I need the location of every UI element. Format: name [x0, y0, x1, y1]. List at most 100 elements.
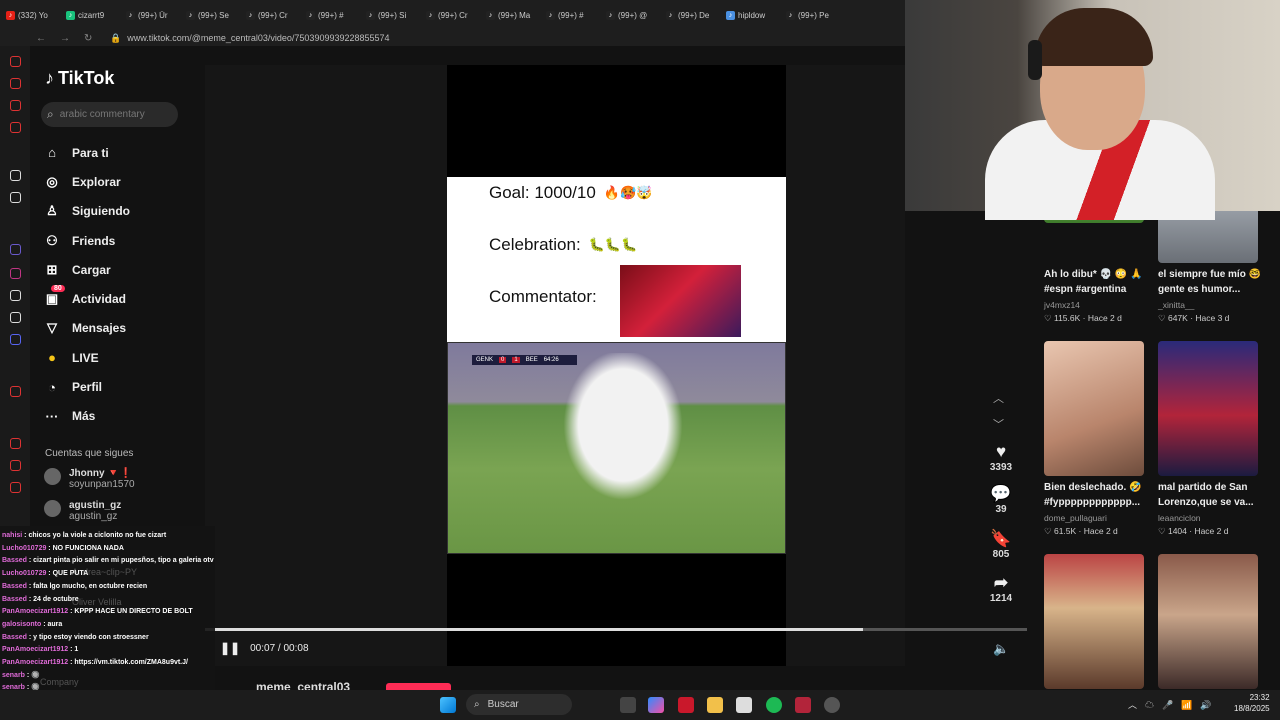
copilot-icon[interactable] — [648, 697, 664, 713]
browser-tab[interactable]: ♪ (99+) Cr — [246, 10, 306, 20]
settings-icon[interactable] — [10, 482, 21, 493]
chat-message: Bassed : falta lgo mucho, en octubre rec… — [2, 582, 148, 590]
url-text[interactable]: www.tiktok.com/@meme_central03/video/750… — [127, 33, 389, 43]
browser-tab[interactable]: ♪ (99+) @ — [606, 10, 666, 20]
chat-username[interactable]: nahisi — [2, 532, 22, 539]
recommended-title[interactable]: Ah lo dibu* 💀 😳 🙏 #espn #argentina — [1044, 267, 1156, 297]
nav-item-actividad[interactable]: ▣ 80 Actividad — [44, 284, 130, 313]
task-view-icon[interactable] — [620, 697, 636, 713]
browser-tab[interactable]: ♪ (99+) # — [546, 10, 606, 20]
panel-icon[interactable] — [10, 100, 21, 111]
panel-icon[interactable] — [10, 192, 21, 203]
chat-username[interactable]: Lucho010729 — [2, 570, 46, 577]
recommended-author[interactable]: jv4mxz14 — [1044, 300, 1080, 310]
volume-icon[interactable]: 🔈 — [993, 641, 1009, 657]
nav-item-live[interactable]: ● LIVE — [44, 343, 130, 372]
x-icon[interactable] — [10, 312, 21, 323]
nav-item-explorar[interactable]: ◎ Explorar — [44, 167, 130, 196]
tiktok-icon[interactable] — [10, 290, 21, 301]
taskbar-search[interactable]: ⌕ Buscar — [466, 694, 572, 715]
browser-tab[interactable]: ♪ (332) Yo — [6, 10, 66, 20]
video-thumbnail[interactable] — [1044, 341, 1144, 476]
recommended-author[interactable]: leaanciclon — [1158, 513, 1201, 523]
chat-username[interactable]: PanAmoecizart1912 — [2, 659, 68, 666]
tab-favicon-icon: ♪ — [6, 10, 15, 20]
panel-icon[interactable] — [10, 460, 21, 471]
instagram-icon[interactable] — [10, 268, 21, 279]
browser-tab[interactable]: ♪ cizarrt9 — [66, 10, 126, 20]
panel-icon[interactable] — [10, 170, 21, 181]
nav-item-friends[interactable]: ⚇ Friends — [44, 226, 130, 255]
chat-username[interactable]: PanAmoecizart1912 — [2, 646, 68, 653]
following-account[interactable]: Jhonny 🔻❗ soyunpan1570 — [44, 468, 135, 490]
video-thumbnail[interactable] — [1158, 341, 1258, 476]
tab-favicon-icon: ♪ — [486, 10, 495, 20]
chat-username[interactable]: Bassed — [2, 557, 27, 564]
recommended-author[interactable]: dome_pullaguari — [1044, 513, 1107, 523]
video-thumbnail[interactable] — [1158, 554, 1258, 689]
browser-tab[interactable]: ♪ (99+) # — [306, 10, 366, 20]
chat-username[interactable]: PanAmoecizart1912 — [2, 608, 68, 615]
windows-start-icon[interactable] — [440, 697, 456, 713]
chat-username[interactable]: Bassed — [2, 634, 27, 641]
recommended-title[interactable]: mal partido de San Lorenzo,que se va... — [1158, 480, 1270, 510]
browser-tab[interactable]: ♪ (99+) De — [666, 10, 726, 20]
chat-username[interactable]: Bassed — [2, 583, 27, 590]
nav-item-mensajes[interactable]: ▽ Mensajes — [44, 314, 130, 343]
panel-icon[interactable] — [10, 438, 21, 449]
discord-icon[interactable] — [10, 334, 21, 345]
panel-icon[interactable] — [10, 56, 21, 67]
system-tray[interactable]: ︿☁🎤📶🔊 — [1128, 698, 1220, 711]
video-progress-bar[interactable] — [205, 628, 1027, 631]
reload-icon[interactable]: ↻ — [84, 33, 92, 44]
chat-username[interactable]: Lucho010729 — [2, 545, 46, 552]
chat-username[interactable]: Bassed — [2, 596, 27, 603]
like-button[interactable]: ♥ 3393 — [983, 442, 1019, 473]
video-thumbnail[interactable] — [1044, 554, 1144, 689]
recommended-title[interactable]: el siempre fue mío 🤓 gente es humor... — [1158, 267, 1270, 297]
browser-tab-bar: ♪ (332) Yo ♪ cizarrt9 ♪ (99+) Ür ♪ (99+) Se ♪ (99… — [0, 0, 905, 30]
browser-tab[interactable]: ♪ (99+) Si — [366, 10, 426, 20]
chat-username[interactable]: senarb — [2, 672, 25, 679]
panel-icon[interactable] — [10, 386, 21, 397]
tiktok-logo[interactable]: ♪ TikTok — [45, 68, 114, 89]
panel-icon[interactable] — [10, 122, 21, 133]
chat-username[interactable]: galosisonto — [2, 621, 41, 628]
tiktok-note-icon: ♪ — [45, 68, 54, 88]
nav-item-cargar[interactable]: ⊞ Cargar — [44, 255, 130, 284]
chat-text: https://vm.tiktok.com/ZMA8u9vt.J/ — [74, 659, 188, 667]
chevron-up-icon[interactable]: ︿ — [993, 386, 1004, 412]
file-explorer-icon[interactable] — [707, 697, 723, 713]
following-account[interactable]: agustin_gz agustin_gz — [44, 500, 121, 522]
football-clip: GENK 0 1 BEE 64:26 — [447, 342, 786, 554]
browser-tab[interactable]: ♪ (99+) Pe — [786, 10, 846, 20]
browser-tab[interactable]: ♪ (99+) Ür — [126, 10, 186, 20]
share-button[interactable]: ➦ 1214 — [983, 573, 1019, 604]
nav-item-siguiendo[interactable]: ♙ Siguiendo — [44, 197, 130, 226]
app-icon[interactable] — [736, 697, 752, 713]
browser-tab[interactable]: ♪ hipldow — [726, 10, 786, 20]
forward-icon[interactable]: → — [60, 33, 70, 44]
nav-item-más[interactable]: ··· Más — [44, 402, 130, 431]
pause-icon[interactable]: ❚❚ — [220, 641, 240, 655]
search-input[interactable]: ⌕ arabic commentary — [41, 102, 178, 127]
panel-icon[interactable] — [10, 78, 21, 89]
clock[interactable]: 23:32 18/8/2025 — [1234, 692, 1270, 714]
save-button[interactable]: 🔖 805 — [983, 529, 1019, 560]
twitch-icon[interactable] — [10, 244, 21, 255]
app-icon[interactable] — [678, 697, 694, 713]
nav-item-para-ti[interactable]: ⌂ Para ti — [44, 138, 130, 167]
browser-tab[interactable]: ♪ (99+) Ma — [486, 10, 546, 20]
back-icon[interactable]: ← — [36, 33, 46, 44]
spotify-icon[interactable] — [766, 697, 782, 713]
chevron-down-icon[interactable]: ﹀ — [993, 412, 1004, 438]
tab-label: cizarrt9 — [78, 10, 105, 20]
comment-button[interactable]: 💬 39 — [983, 484, 1019, 515]
recommended-author[interactable]: _xinitta__ — [1158, 300, 1194, 310]
recommended-title[interactable]: Bien deslechado. 🤣 #fypppppppppppp... — [1044, 480, 1156, 510]
nav-item-perfil[interactable]: ◔ Perfil — [44, 372, 130, 401]
browser-tab[interactable]: ♪ (99+) Cr — [426, 10, 486, 20]
browser-tab[interactable]: ♪ (99+) Se — [186, 10, 246, 20]
app-icon[interactable] — [795, 697, 811, 713]
app-icon[interactable] — [824, 697, 840, 713]
